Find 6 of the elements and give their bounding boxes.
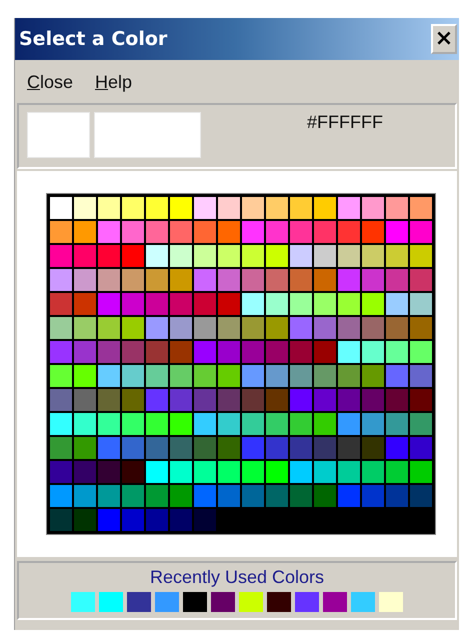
menu-item[interactable]: Close bbox=[27, 72, 74, 93]
hex-value: #FFFFFF bbox=[307, 112, 383, 133]
menu-item[interactable]: Help bbox=[95, 72, 132, 93]
recent-colors-label: Recently Used Colors bbox=[150, 567, 324, 588]
close-button[interactable]: × bbox=[431, 24, 457, 54]
window-title: Select a Color bbox=[19, 28, 168, 50]
